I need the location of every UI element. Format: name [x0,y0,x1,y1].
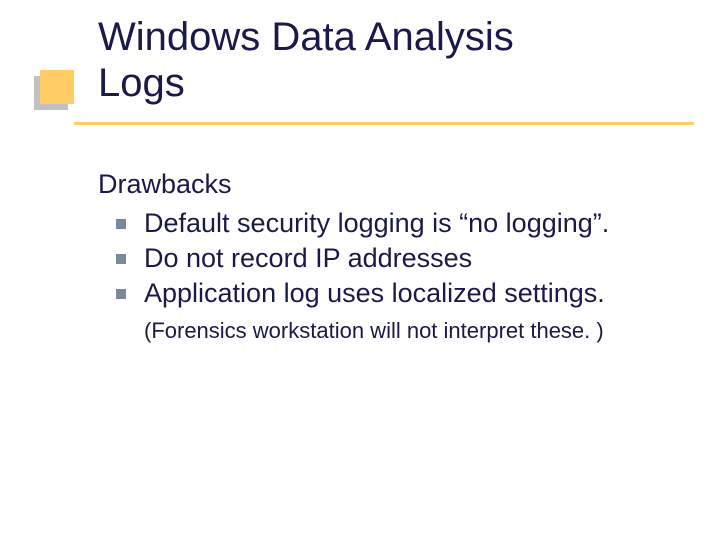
square-bullet-icon [116,219,126,229]
slide: Windows Data Analysis Logs Drawbacks Def… [0,0,720,540]
bullet-list: Default security logging is “no logging”… [98,206,658,311]
list-item: Default security logging is “no logging”… [116,206,658,241]
title-line-1: Windows Data Analysis [98,15,514,59]
bullet-text: Default security logging is “no logging”… [144,208,609,238]
list-item: Application log uses localized settings. [116,276,658,311]
list-item: Do not record IP addresses [116,241,658,276]
title-decoration-square [40,70,74,104]
body: Drawbacks Default security logging is “n… [98,168,658,346]
title-underline [74,122,694,125]
square-bullet-icon [116,254,126,264]
square-bullet-icon [116,289,126,299]
title-line-2: Logs [98,61,185,105]
sub-note: (Forensics workstation will not interpre… [144,317,658,346]
title-block: Windows Data Analysis Logs [98,14,514,106]
bullet-text: Application log uses localized settings. [144,278,605,308]
lead-text: Drawbacks [98,168,658,202]
bullet-text: Do not record IP addresses [144,243,472,273]
slide-title: Windows Data Analysis Logs [98,14,514,106]
